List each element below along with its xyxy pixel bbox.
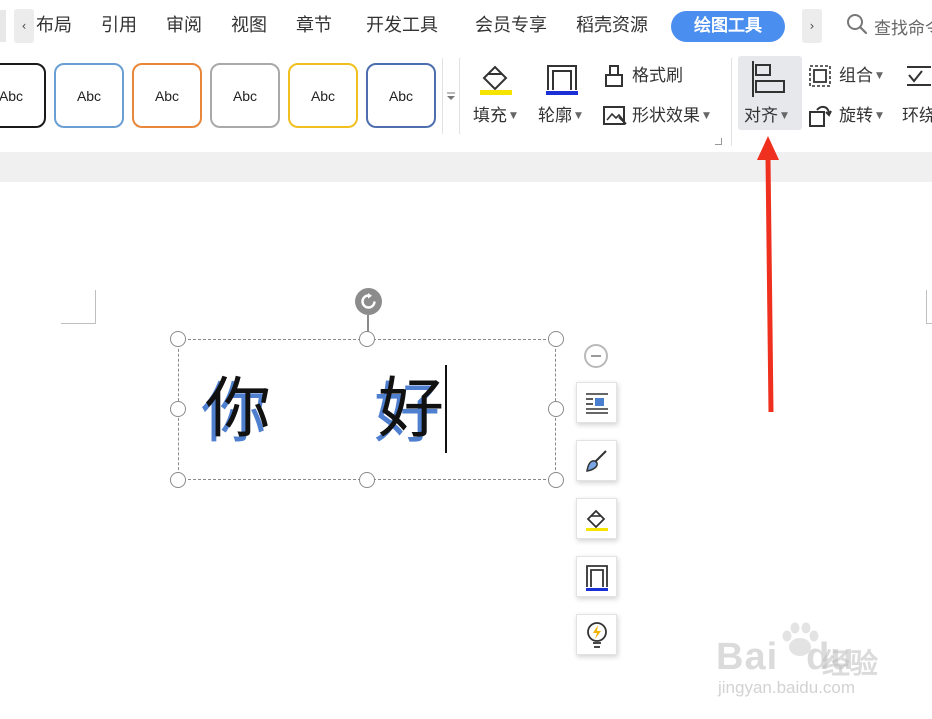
tab-scroll-right-button[interactable]: › xyxy=(802,9,822,43)
dialog-launcher[interactable] xyxy=(715,138,722,145)
outline-icon xyxy=(585,564,608,591)
tab-scroll-left-button[interactable]: ‹ xyxy=(14,9,34,43)
shape-style-button[interactable] xyxy=(576,440,617,481)
tab-developer-tools[interactable]: 开发工具 xyxy=(366,14,438,38)
shape-style-3[interactable]: Abc xyxy=(132,63,202,128)
tab-docer-resources[interactable]: 稻壳资源 xyxy=(576,14,648,38)
resize-handle-bottom[interactable] xyxy=(359,472,375,488)
resize-handle-right[interactable] xyxy=(548,401,564,417)
margin-mark-left-horizontal xyxy=(61,323,96,324)
resize-handle-bottom-left[interactable] xyxy=(170,472,186,488)
align-button[interactable]: 对齐 ▼ xyxy=(744,105,788,127)
shape-effects-button[interactable]: 形状效果 ▼ xyxy=(632,105,710,127)
fill-shortcut-button[interactable] xyxy=(576,498,617,539)
margin-mark-right-vertical xyxy=(926,290,927,324)
fill-button[interactable]: 填充 ▼ xyxy=(473,105,517,127)
text-wrap-icon xyxy=(585,392,608,414)
layout-options-button[interactable] xyxy=(576,382,617,423)
resize-handle-bottom-right[interactable] xyxy=(548,472,564,488)
fill-icon xyxy=(585,509,608,531)
tab-drawing-tools[interactable]: 绘图工具 xyxy=(671,11,785,42)
rotate-handle[interactable] xyxy=(355,288,382,315)
tab-layout[interactable]: 布局 xyxy=(36,14,72,38)
margin-mark-right-horizontal xyxy=(926,323,932,324)
resize-handle-top-right[interactable] xyxy=(548,331,564,347)
document-top-band xyxy=(0,152,932,182)
group-button[interactable]: 组合 ▼ xyxy=(839,65,883,87)
ribbon-tab-bar: ‹ 布局 引用 审阅 视图 章节 开发工具 会员专享 稻壳资源 绘图工具 › 查… xyxy=(0,0,932,52)
chevron-down-icon xyxy=(447,92,455,100)
text-char-1-glyph: 你 xyxy=(205,370,271,447)
text-char-2-glyph: 好 xyxy=(378,370,444,447)
shape-style-6[interactable]: Abc xyxy=(366,63,436,128)
rotate-button[interactable]: 旋转 ▼ xyxy=(839,105,883,127)
tab-bar-edge xyxy=(0,10,6,42)
outline-shortcut-button[interactable] xyxy=(576,556,617,597)
search-icon xyxy=(846,13,868,39)
brush-icon xyxy=(585,449,607,472)
command-search[interactable]: 查找命令 xyxy=(846,13,932,39)
format-painter-icon xyxy=(604,64,626,92)
ribbon-separator xyxy=(731,58,732,146)
shape-style-5[interactable]: Abc xyxy=(288,63,358,128)
smart-suggest-button[interactable] xyxy=(576,614,617,655)
fill-icon[interactable] xyxy=(478,60,514,100)
text-char-2[interactable]: 好 好 xyxy=(374,374,444,449)
shape-effects-icon xyxy=(602,105,628,131)
resize-handle-left[interactable] xyxy=(170,401,186,417)
tab-references[interactable]: 引用 xyxy=(101,14,137,38)
outline-icon[interactable] xyxy=(544,60,580,100)
shape-style-4[interactable]: Abc xyxy=(210,63,280,128)
tab-view[interactable]: 视图 xyxy=(231,14,267,38)
wrap-button[interactable]: 环绕 xyxy=(902,105,932,127)
tab-chapter[interactable]: 章节 xyxy=(296,14,332,38)
shape-style-2[interactable]: Abc xyxy=(54,63,124,128)
text-cursor xyxy=(445,365,447,453)
outline-button[interactable]: 轮廓 ▼ xyxy=(538,105,582,127)
align-icon[interactable] xyxy=(750,60,788,102)
group-icon xyxy=(808,64,832,92)
search-placeholder: 查找命令 xyxy=(874,18,932,39)
format-painter-button[interactable]: 格式刷 xyxy=(632,65,683,87)
style-gallery-more-button[interactable] xyxy=(442,58,460,134)
tab-member-exclusive[interactable]: 会员专享 xyxy=(475,14,547,38)
baidu-watermark: Bai du 经验 jingyan.baidu.com xyxy=(712,618,892,708)
margin-mark-left-vertical xyxy=(95,290,96,324)
text-char-1[interactable]: 你 你 xyxy=(201,374,271,449)
ribbon-toolbar: Abc Abc Abc Abc Abc Abc 填充 ▼ 轮廓 ▼ 格式刷 形状… xyxy=(0,52,932,152)
rotate-handle-icon xyxy=(361,293,376,309)
shape-style-1[interactable]: Abc xyxy=(0,63,46,128)
tab-review[interactable]: 审阅 xyxy=(166,14,202,38)
watermark-url: jingyan.baidu.com xyxy=(718,678,856,697)
wrap-icon xyxy=(906,64,932,92)
collapse-toolbar-button[interactable] xyxy=(584,344,608,368)
resize-handle-top[interactable] xyxy=(359,331,375,347)
lightbulb-icon xyxy=(586,621,607,648)
rotate-icon xyxy=(808,104,832,132)
watermark-logo-cn: 经验 xyxy=(822,647,879,680)
resize-handle-top-left[interactable] xyxy=(170,331,186,347)
